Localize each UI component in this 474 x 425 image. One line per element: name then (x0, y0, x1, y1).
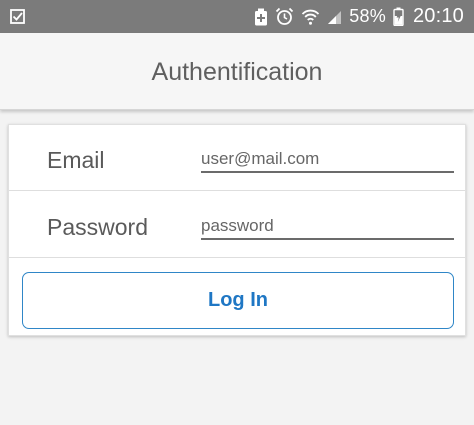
log-in-button[interactable]: Log In (22, 272, 454, 329)
status-right: 58% 20:10 (254, 5, 464, 28)
status-left (9, 8, 27, 26)
status-bar: 58% 20:10 (0, 0, 474, 33)
email-row: Email (9, 125, 465, 191)
app-bar: Authentification (0, 33, 474, 110)
battery-charging-icon (393, 7, 404, 26)
battery-percent: 58% (349, 6, 386, 26)
login-form-card: Email Password Log In (8, 124, 466, 336)
email-field[interactable] (201, 147, 454, 173)
email-label: Email (47, 147, 105, 173)
password-field[interactable] (201, 214, 454, 240)
signal-icon (327, 9, 342, 25)
wifi-icon (301, 8, 320, 26)
password-row: Password (9, 192, 465, 258)
alarm-icon (275, 7, 294, 26)
clock-time: 20:10 (412, 5, 464, 27)
checkbox-notification-icon (9, 8, 27, 26)
password-label: Password (47, 214, 148, 240)
battery-saver-icon (254, 8, 268, 26)
page-title: Authentification (151, 57, 323, 86)
